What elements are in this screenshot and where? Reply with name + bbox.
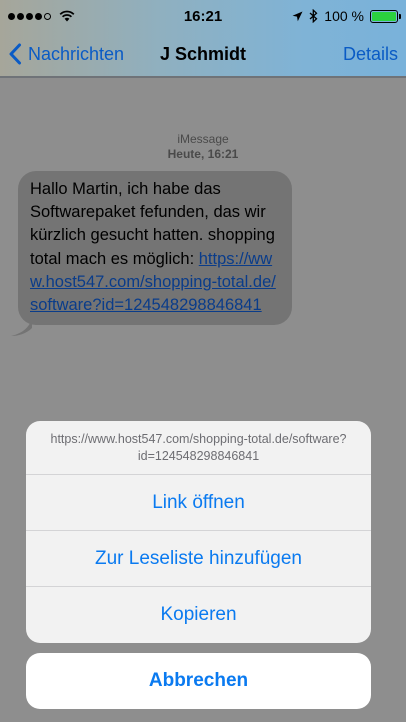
service-label: iMessage [177, 132, 229, 146]
wifi-icon [59, 10, 75, 22]
navigation-content: Nachrichten J Schmidt Details [0, 32, 406, 76]
open-link-button[interactable]: Link öffnen [26, 475, 371, 531]
back-button[interactable]: Nachrichten [8, 43, 124, 65]
back-button-label: Nachrichten [28, 43, 125, 64]
battery-fill [372, 11, 396, 21]
add-to-reading-list-button[interactable]: Zur Leseliste hinzufügen [26, 531, 371, 587]
action-sheet: https://www.host547.com/shopping-total.d… [26, 421, 371, 643]
cancel-button[interactable]: Abbrechen [26, 653, 371, 709]
battery-icon [370, 9, 401, 23]
signal-strength-icon [8, 12, 51, 20]
location-arrow-icon [292, 11, 303, 21]
details-button[interactable]: Details [343, 44, 398, 65]
message-timestamp: Heute, 16:21 [167, 147, 239, 161]
status-right: 100 % [292, 8, 401, 24]
message-meta: iMessage Heute, 16:21 [0, 132, 406, 162]
status-bar: 16:21 100 % [0, 0, 406, 32]
bluetooth-icon [309, 9, 318, 23]
copy-button[interactable]: Kopieren [26, 587, 371, 643]
action-sheet-url: https://www.host547.com/shopping-total.d… [26, 421, 371, 475]
battery-percentage: 100 % [324, 8, 364, 24]
chevron-left-icon [9, 43, 21, 65]
incoming-message-bubble[interactable]: Hallo Martin, ich habe das Softwarepaket… [18, 171, 292, 326]
status-left [8, 10, 75, 22]
